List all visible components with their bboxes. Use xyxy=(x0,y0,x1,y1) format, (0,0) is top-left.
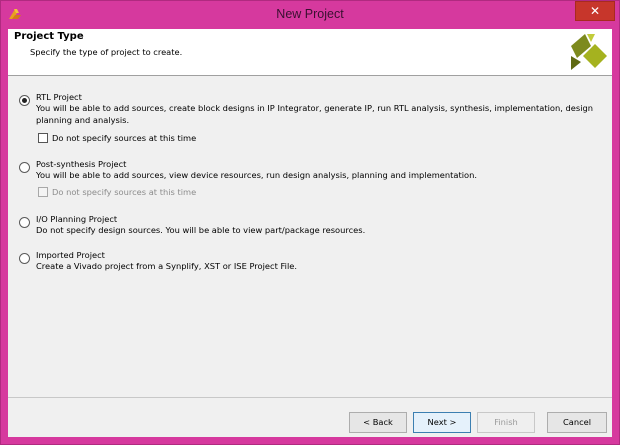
rtl-project-label[interactable]: RTL Project xyxy=(36,92,82,102)
post-synthesis-label[interactable]: Post-synthesis Project xyxy=(36,159,126,169)
vivado-logo-icon xyxy=(571,34,607,70)
post-synthesis-radio[interactable] xyxy=(19,162,30,173)
title-bar[interactable]: New Project ✕ xyxy=(1,1,619,29)
post-synth-no-sources-label: Do not specify sources at this time xyxy=(52,187,197,197)
dialog-body: Project Type Specify the type of project… xyxy=(8,29,612,437)
post-synth-no-sources-checkbox xyxy=(38,187,48,197)
io-planning-description: Do not specify design sources. You will … xyxy=(36,225,366,235)
post-synthesis-description: You will be able to add sources, view de… xyxy=(36,170,478,180)
window-title: New Project xyxy=(276,7,344,21)
io-planning-radio[interactable] xyxy=(19,217,30,228)
rtl-no-sources-label[interactable]: Do not specify sources at this time xyxy=(52,133,196,143)
page-subtitle: Specify the type of project to create. xyxy=(30,47,183,57)
cancel-button[interactable]: Cancel xyxy=(547,412,607,433)
back-button[interactable]: < Back xyxy=(349,412,407,433)
imported-project-description: Create a Vivado project from a Synplify,… xyxy=(36,261,297,271)
rtl-no-sources-checkbox[interactable] xyxy=(38,133,48,143)
imported-project-label[interactable]: Imported Project xyxy=(36,250,105,260)
footer-divider xyxy=(8,397,612,398)
finish-button: Finish xyxy=(477,412,535,433)
project-type-options: RTL Project You will be able to add sour… xyxy=(8,77,612,395)
io-planning-label[interactable]: I/O Planning Project xyxy=(36,214,117,224)
imported-project-radio[interactable] xyxy=(19,253,30,264)
new-project-window: New Project ✕ Project Type Specify the t… xyxy=(0,0,620,445)
wizard-header: Project Type Specify the type of project… xyxy=(8,29,612,76)
page-title: Project Type xyxy=(14,31,84,42)
close-button[interactable]: ✕ xyxy=(575,1,615,21)
rtl-project-description: You will be able to add sources, create … xyxy=(36,103,594,125)
next-button[interactable]: Next > xyxy=(413,412,471,433)
rtl-project-radio[interactable] xyxy=(19,95,30,106)
